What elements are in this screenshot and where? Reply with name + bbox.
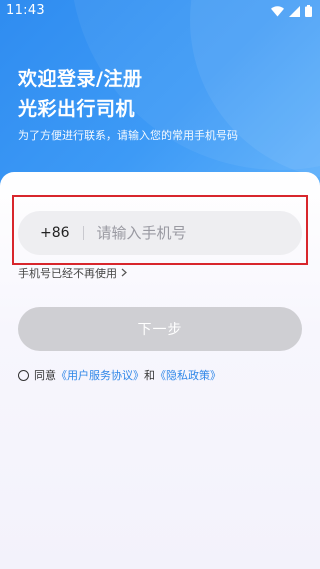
chevron-right-icon (121, 267, 127, 280)
page-subtitle: 为了方便进行联系，请输入您的常用手机号码 (18, 129, 238, 142)
user-agreement-link[interactable]: 《用户服务协议》 (56, 367, 144, 383)
phone-no-longer-used-link[interactable]: 手机号已经不再使用 (18, 265, 127, 281)
wifi-icon (271, 5, 284, 17)
battery-icon (305, 5, 312, 17)
phone-input-container[interactable]: +86 (18, 211, 302, 255)
agreement-row: 同意 《用户服务协议》 和 《隐私政策》 (18, 367, 221, 383)
status-time: 11:43 (6, 3, 45, 18)
next-step-button[interactable]: 下一步 (18, 307, 302, 351)
page-title: 欢迎登录/注册 (18, 68, 143, 90)
status-icons (271, 5, 312, 17)
agreement-prefix: 同意 (34, 369, 56, 382)
phone-number-input[interactable] (96, 224, 277, 242)
privacy-policy-link[interactable]: 《隐私政策》 (155, 367, 221, 383)
status-bar: 11:43 (0, 0, 320, 24)
input-divider (82, 226, 84, 240)
agreement-radio[interactable] (18, 369, 29, 381)
agreement-conjunction: 和 (144, 369, 155, 382)
signal-icon (289, 5, 300, 17)
phone-no-longer-used-label: 手机号已经不再使用 (18, 267, 117, 280)
app-name: 光彩出行司机 (18, 98, 136, 120)
country-code-selector[interactable]: +86 (40, 225, 70, 241)
